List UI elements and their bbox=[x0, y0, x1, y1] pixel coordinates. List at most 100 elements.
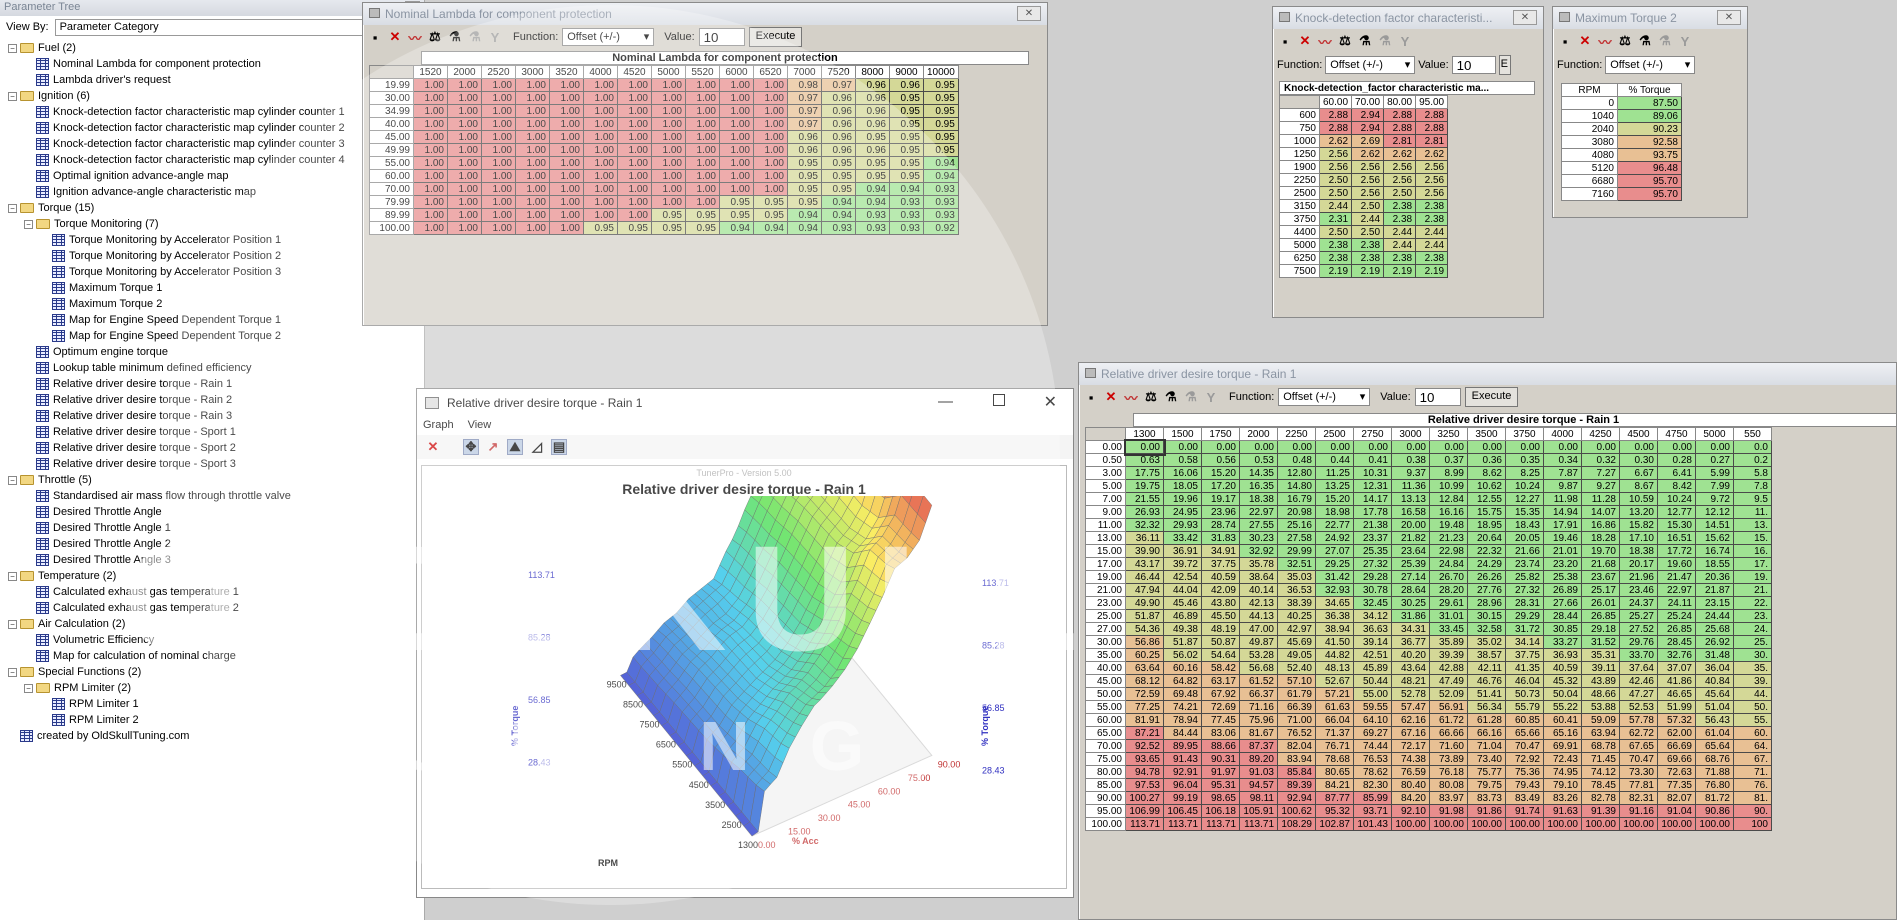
tree-folder[interactable]: − Ignition (6) bbox=[0, 88, 424, 104]
table-cell[interactable]: 0.95 bbox=[855, 169, 890, 183]
tree-folder[interactable]: − Temperature (2) bbox=[0, 568, 424, 584]
table-cell[interactable]: 1.00 bbox=[481, 143, 516, 157]
surface-icon[interactable]: ⛰ bbox=[507, 439, 523, 455]
column-header[interactable]: 3520 bbox=[549, 65, 584, 79]
table-cell[interactable]: 0.35 bbox=[1505, 453, 1544, 467]
table-cell[interactable]: 106.45 bbox=[1163, 804, 1202, 818]
table-cell[interactable]: 1.00 bbox=[651, 104, 686, 118]
maximize-icon[interactable] bbox=[993, 394, 1005, 406]
table-cell[interactable]: 80.08 bbox=[1429, 778, 1468, 792]
table-cell[interactable]: 2.19 bbox=[1351, 264, 1385, 278]
table-cell[interactable]: 1.00 bbox=[617, 117, 652, 131]
table-cell[interactable]: 0.95 bbox=[787, 182, 822, 196]
row-header[interactable]: 6680 bbox=[1561, 174, 1618, 188]
table-cell[interactable]: 77.45 bbox=[1201, 713, 1240, 727]
table-cell[interactable]: 1.00 bbox=[413, 208, 448, 222]
table-cell[interactable]: 26.70 bbox=[1429, 570, 1468, 584]
table-cell[interactable]: 0.94 bbox=[787, 221, 822, 235]
function-select[interactable]: Offset (+/-) bbox=[1605, 56, 1696, 74]
row-header[interactable]: 85.00 bbox=[1085, 778, 1126, 792]
table-cell[interactable]: 1.00 bbox=[447, 182, 482, 196]
table-cell[interactable]: 39.11 bbox=[1581, 661, 1620, 675]
table-cell[interactable]: 1.00 bbox=[481, 78, 516, 92]
table-cell[interactable]: 11.28 bbox=[1581, 492, 1620, 506]
table-cell[interactable]: 89.95 bbox=[1163, 739, 1202, 753]
table-cell[interactable]: 1.00 bbox=[481, 91, 516, 105]
table-cell[interactable]: 1.00 bbox=[447, 169, 482, 183]
table-cell[interactable]: 40.84 bbox=[1695, 674, 1734, 688]
table-cell[interactable]: 2.50 bbox=[1351, 225, 1385, 239]
table-cell[interactable]: 1.00 bbox=[685, 143, 720, 157]
table-cell[interactable]: 23.20 bbox=[1543, 557, 1582, 571]
table-cell[interactable]: 38.57 bbox=[1467, 648, 1506, 662]
column-header[interactable]: 95.00 bbox=[1415, 95, 1449, 109]
table-cell[interactable]: 91.86 bbox=[1467, 804, 1506, 818]
table-cell[interactable]: 2.56 bbox=[1383, 160, 1417, 174]
row-header[interactable]: 3150 bbox=[1279, 199, 1320, 213]
table-cell[interactable]: 1.00 bbox=[753, 182, 788, 196]
table-cell[interactable]: 100.00 bbox=[1391, 817, 1430, 831]
table-cell[interactable]: 2.94 bbox=[1351, 121, 1385, 135]
close-icon[interactable]: ✕ bbox=[425, 439, 441, 455]
execute-button[interactable]: Execute bbox=[748, 27, 803, 47]
tree-item[interactable]: Torque Monitoring by Accelerator Positio… bbox=[0, 264, 424, 280]
table-cell[interactable]: 1.00 bbox=[685, 195, 720, 209]
table-cell[interactable]: 24. bbox=[1733, 622, 1772, 636]
table-cell[interactable]: 1.00 bbox=[617, 91, 652, 105]
column-header[interactable]: 2000 bbox=[1239, 427, 1278, 441]
table-cell[interactable]: 0.93 bbox=[889, 195, 924, 209]
table-cell[interactable]: 66.69 bbox=[1657, 739, 1696, 753]
table-cell[interactable]: 105.91 bbox=[1239, 804, 1278, 818]
table-cell[interactable]: 99.19 bbox=[1163, 791, 1202, 805]
graph-icon[interactable]: 〰 bbox=[1597, 33, 1613, 50]
flask-icon[interactable]: ⚗ bbox=[1637, 33, 1653, 49]
table-cell[interactable]: 0.95 bbox=[889, 169, 924, 183]
close-icon[interactable]: ✕ bbox=[1103, 389, 1119, 405]
row-header[interactable]: 25.00 bbox=[1085, 609, 1126, 623]
table-cell[interactable]: 71.60 bbox=[1429, 739, 1468, 753]
table-cell[interactable]: 29.29 bbox=[1505, 609, 1544, 623]
table-cell[interactable]: 16.35 bbox=[1239, 479, 1278, 493]
table-cell[interactable]: 0.2 bbox=[1733, 453, 1772, 467]
table-cell[interactable]: 42.11 bbox=[1467, 661, 1506, 675]
table-cell[interactable]: 2.94 bbox=[1351, 108, 1385, 122]
table-cell[interactable]: 1.00 bbox=[549, 221, 584, 235]
column-header[interactable]: 1300 bbox=[1125, 427, 1164, 441]
table-cell[interactable]: 2.62 bbox=[1383, 147, 1417, 161]
table-cell[interactable]: 69.48 bbox=[1163, 687, 1202, 701]
table-cell[interactable]: 0.95 bbox=[889, 91, 924, 105]
table-cell[interactable]: 0.93 bbox=[889, 208, 924, 222]
table-cell[interactable]: 12.55 bbox=[1467, 492, 1506, 506]
table-cell[interactable]: 0.95 bbox=[787, 156, 822, 170]
table-cell[interactable]: 31.83 bbox=[1201, 531, 1240, 545]
table-cell[interactable]: 36.53 bbox=[1277, 583, 1316, 597]
table-cell[interactable]: 83.06 bbox=[1201, 726, 1240, 740]
table-cell[interactable]: 55. bbox=[1733, 713, 1772, 727]
table-cell[interactable]: 92.91 bbox=[1163, 765, 1202, 779]
table-cell[interactable]: 31.86 bbox=[1391, 609, 1430, 623]
table-cell[interactable]: 1.00 bbox=[413, 221, 448, 235]
table-cell[interactable]: 27.32 bbox=[1353, 557, 1392, 571]
table-cell[interactable]: 0.37 bbox=[1429, 453, 1468, 467]
table-cell[interactable]: 1.00 bbox=[719, 182, 754, 196]
table-cell[interactable]: 28.96 bbox=[1467, 596, 1506, 610]
table-cell[interactable]: 8.62 bbox=[1467, 466, 1506, 480]
row-header[interactable]: 5000 bbox=[1279, 238, 1320, 252]
table-cell[interactable]: 8.67 bbox=[1619, 479, 1658, 493]
table-cell[interactable]: 2.38 bbox=[1351, 238, 1385, 252]
table-cell[interactable]: 0.95 bbox=[753, 208, 788, 222]
table-cell[interactable]: 52.53 bbox=[1619, 700, 1658, 714]
table-cell[interactable]: 0.00 bbox=[1277, 440, 1316, 454]
table-cell[interactable]: 23.96 bbox=[1201, 505, 1240, 519]
tree-folder[interactable]: − Fuel (2) bbox=[0, 40, 424, 56]
table-cell[interactable]: 16.51 bbox=[1657, 531, 1696, 545]
row-header[interactable]: 2250 bbox=[1279, 173, 1320, 187]
table-cell[interactable]: 0.96 bbox=[855, 117, 890, 131]
table-cell[interactable]: 49.90 bbox=[1125, 596, 1164, 610]
table-cell[interactable]: 106.18 bbox=[1201, 804, 1240, 818]
table-cell[interactable]: 79.10 bbox=[1543, 778, 1582, 792]
table-cell[interactable]: 76.52 bbox=[1277, 726, 1316, 740]
table-cell[interactable]: 57.21 bbox=[1315, 687, 1354, 701]
tree-item[interactable]: Knock-detection factor characteristic ma… bbox=[0, 104, 424, 120]
table-cell[interactable]: 100.27 bbox=[1125, 791, 1164, 805]
